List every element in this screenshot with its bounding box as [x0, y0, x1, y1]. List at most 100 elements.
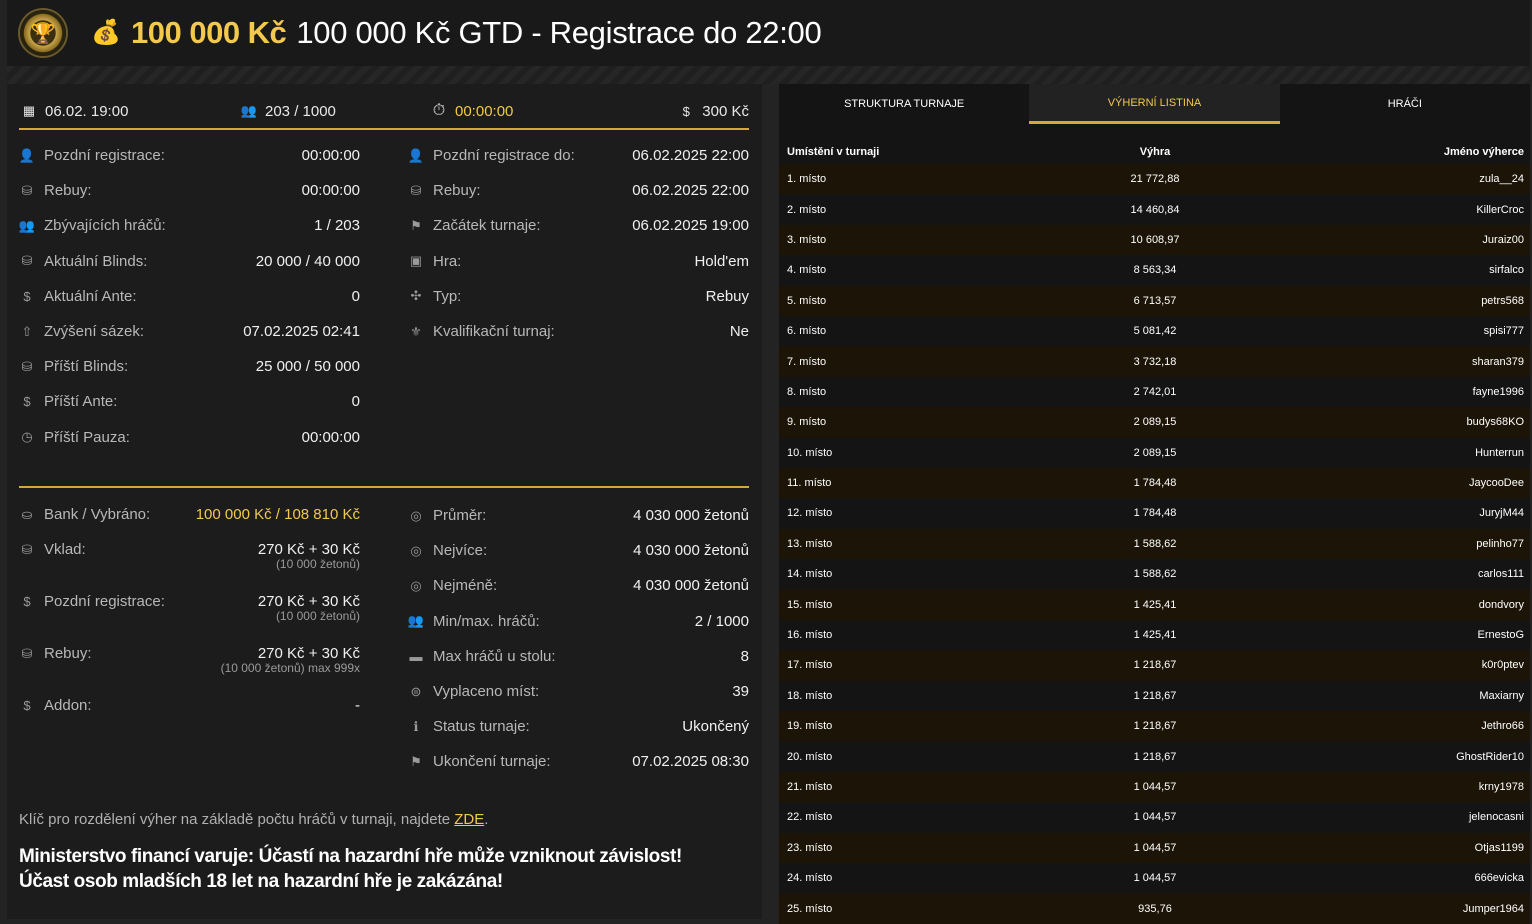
info-label: Pozdní registrace:: [44, 147, 165, 164]
winner-cell: k0r0ptev: [1481, 659, 1524, 672]
header: 🏆 💰 100 000 Kč 100 000 Kč GTD - Registra…: [7, 0, 1530, 66]
prize-cell: 21 772,88: [1130, 173, 1180, 186]
table-row: 12. místo 1 784,48 JuryjM44: [779, 498, 1530, 529]
player-count: 203 / 1000: [265, 102, 336, 120]
place-cell: 20. místo: [787, 750, 833, 763]
info-label: Příští Pauza:: [44, 428, 130, 446]
info-label: Začátek turnaje:: [433, 217, 541, 235]
prize-cell: 935,76: [1138, 902, 1172, 915]
info-label: Addon:: [44, 697, 92, 714]
place-cell: 16. místo: [787, 629, 833, 642]
info-row: ⇧ Zvýšení sázek: 07.02.2025 02:41: [19, 314, 360, 349]
winner-cell: pelinho77: [1476, 537, 1524, 550]
info-label: Aktuální Ante:: [44, 287, 137, 305]
coins-icon: ⛁: [21, 358, 33, 374]
info-row: ✣ Typ: Rebuy: [408, 279, 749, 314]
divider: [19, 486, 749, 488]
prize-cell: 1 218,67: [1133, 750, 1177, 763]
winner-cell: KillerCroc: [1476, 203, 1524, 216]
info-label: Min/max. hráčů:: [433, 612, 540, 630]
place-cell: 13. místo: [787, 537, 833, 550]
cards-icon: ▣: [409, 253, 423, 269]
prize-cell: 1 044,57: [1133, 781, 1177, 793]
info-row: ⛁ Aktuální Blinds: 20 000 / 40 000: [19, 244, 360, 279]
info-label: Rebuy:: [44, 645, 92, 662]
place-cell: 9. místo: [787, 416, 827, 429]
date-cell: ▦ 06.02. 19:00: [21, 102, 129, 120]
winner-cell: petrs568: [1481, 294, 1524, 307]
info-label: Max hráčů u stolu:: [433, 647, 556, 665]
place-cell: 7. místo: [787, 355, 827, 368]
prize-title: 100 000 Kč: [131, 15, 287, 50]
table-row: 7. místo 3 732,18 sharan379: [779, 346, 1530, 377]
info-label: Kvalifikační turnaj:: [433, 323, 555, 340]
money-bag-icon: $: [682, 103, 690, 119]
flag-icon: ⚑: [410, 753, 422, 769]
info-row: ℹ Status turnaje: Ukončený: [408, 709, 749, 744]
coins-icon: ⛁: [410, 182, 422, 198]
payout-icon: ⊜: [410, 683, 422, 699]
tab-players[interactable]: HRÁČI: [1279, 84, 1530, 124]
user-icon: 👤: [407, 147, 425, 163]
payout-key-link[interactable]: ZDE: [454, 811, 484, 828]
info-value: 06.02.2025 22:00: [632, 147, 749, 164]
info-value: 0: [351, 393, 360, 411]
info-value: Hold'em: [694, 252, 749, 270]
coins-icon: ⛁: [21, 541, 33, 557]
winner-cell: zula__24: [1479, 173, 1524, 186]
info-subvalue: (10 000 žetonů): [275, 557, 360, 571]
place-cell: 24. místo: [787, 872, 833, 885]
info-row: ⛁ Rebuy: 270 Kč + 30 Kč (10 000 žetonů) max…: [19, 637, 360, 675]
info-value: 25 000 / 50 000: [255, 358, 360, 376]
money-bag-icon: 💰: [91, 19, 121, 46]
users-icon: 👥: [240, 103, 258, 118]
prize-cell: 5 081,42: [1133, 325, 1177, 338]
arrow-up-icon: ⇧: [21, 323, 33, 339]
divider-stripe: [7, 66, 1530, 84]
header-place: Umístění v turnaji: [787, 146, 880, 158]
trophy-logo-icon: 🏆: [20, 10, 66, 56]
coins-icon: ⛁: [21, 182, 33, 198]
table-row: 17. místo 1 218,67 k0r0ptev: [779, 650, 1530, 681]
info-value: 1 / 203: [314, 217, 360, 235]
info-label: Bank / Vybráno:: [44, 506, 151, 523]
table-row: 8. místo 2 742,01 fayne1996: [779, 376, 1530, 408]
info-label: Rebuy:: [44, 182, 92, 200]
tab-structure[interactable]: STRUKTURA TURNAJE: [779, 84, 1030, 124]
prize-cell: 1 784,48: [1133, 477, 1177, 490]
info-value: -: [355, 697, 360, 714]
tab-payout-list[interactable]: VÝHERNÍ LISTINA: [1029, 84, 1280, 124]
table-row: 20. místo 1 218,67 GhostRider10: [779, 741, 1530, 772]
winner-cell: Jumper1964: [1462, 902, 1524, 915]
info-label: Aktuální Blinds:: [44, 252, 148, 270]
table-row: 14. místo 1 588,62 carlos111: [779, 559, 1530, 590]
winner-cell: dondvory: [1478, 598, 1524, 611]
info-value: 4 030 000 žetonů: [633, 507, 749, 524]
table-row: 24. místo 1 044,57 666evicka: [779, 862, 1530, 894]
start-date: 06.02. 19:00: [45, 102, 129, 120]
info-row: ⚜ Kvalifikační turnaj: Ne: [408, 314, 749, 349]
info-row: ◎ Nejméně: 4 030 000 žetonů: [408, 568, 749, 603]
info-label: Vklad:: [44, 541, 86, 558]
place-cell: 11. místo: [787, 477, 832, 490]
dollar-icon: $: [23, 698, 31, 713]
stopwatch-icon: ⏱: [432, 102, 446, 119]
table-row: 1. místo 21 772,88 zula__24: [779, 164, 1530, 195]
table-row: 5. místo 6 713,57 petrs568: [779, 285, 1530, 316]
winner-cell: jelenocasni: [1468, 811, 1524, 824]
winner-cell: Otjas1199: [1474, 841, 1524, 854]
info-row: ⛁ Rebuy: 00:00:00: [19, 173, 360, 208]
chip-icon: ◎: [410, 542, 422, 558]
info-label: Příští Ante:: [44, 393, 118, 411]
chip-icon: ◎: [410, 507, 422, 523]
info-value: Rebuy: [705, 287, 749, 305]
prize-cell: 14 460,84: [1130, 203, 1180, 216]
info-value: 8: [740, 647, 749, 665]
users-icon: 👥: [407, 613, 425, 629]
dollar-icon: $: [23, 394, 31, 410]
flag-icon: ⚑: [410, 217, 422, 233]
info-row: ◎ Nejvíce: 4 030 000 žetonů: [408, 533, 749, 568]
prize-cell: 3 732,18: [1133, 355, 1177, 368]
info-row: ⚑ Ukončení turnaje: 07.02.2025 08:30: [408, 744, 749, 779]
payout-panel: STRUKTURA TURNAJE VÝHERNÍ LISTINA HRÁČI …: [779, 84, 1530, 924]
